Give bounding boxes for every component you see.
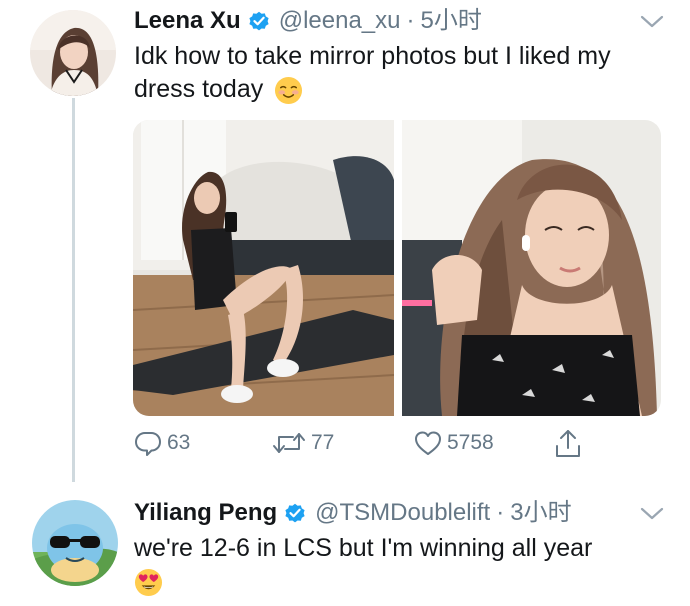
retweet-icon bbox=[273, 433, 305, 453]
reply-text: we're 12-6 in LCS but I'm winning all ye… bbox=[134, 532, 592, 598]
share-icon bbox=[556, 430, 580, 457]
tweet-header: Leena Xu @leena_xu · 5小时 bbox=[134, 6, 482, 36]
tweet-text-line-2-words: dress today bbox=[134, 75, 264, 103]
author-avatar[interactable] bbox=[30, 10, 116, 96]
separator-dot: · bbox=[406, 7, 415, 34]
reply-timestamp[interactable]: 3小时 bbox=[510, 498, 571, 528]
tweet-actions: 63 77 5758 bbox=[133, 428, 593, 462]
separator-dot: · bbox=[496, 499, 505, 526]
tweet-timestamp[interactable]: 5小时 bbox=[420, 6, 481, 36]
chevron-down-icon[interactable] bbox=[639, 14, 665, 30]
reply-author-avatar[interactable] bbox=[32, 500, 118, 586]
author-handle[interactable]: @leena_xu bbox=[279, 6, 401, 36]
heart-eyes-emoji-icon bbox=[134, 568, 163, 597]
reply-text-line-1: we're 12-6 in LCS but I'm winning all ye… bbox=[134, 534, 593, 562]
reply-author-name[interactable]: Yiliang Peng bbox=[134, 498, 277, 528]
media-photo-selfie[interactable] bbox=[402, 120, 661, 416]
reply-author-handle[interactable]: @TSMDoublelift bbox=[315, 498, 490, 528]
reply-icon bbox=[135, 432, 161, 456]
tweet-text-line-2: dress today bbox=[134, 73, 611, 106]
thread-connector-line bbox=[72, 98, 75, 482]
reply-text-line-2 bbox=[134, 565, 592, 598]
like-button[interactable]: 5758 bbox=[413, 428, 494, 458]
reply-count: 63 bbox=[167, 431, 191, 454]
chevron-down-icon[interactable] bbox=[639, 506, 665, 522]
media-photo-mirror[interactable] bbox=[133, 120, 394, 416]
smiling-face-emoji-icon bbox=[274, 76, 303, 105]
tweet-text: Idk how to take mirror photos but I like… bbox=[134, 40, 611, 106]
heart-icon bbox=[415, 431, 441, 455]
share-button[interactable] bbox=[553, 428, 583, 460]
like-count: 5758 bbox=[447, 431, 494, 454]
verified-badge-icon bbox=[284, 502, 306, 524]
retweet-count: 77 bbox=[311, 431, 335, 454]
author-name[interactable]: Leena Xu bbox=[134, 6, 241, 36]
tweet-text-line-1: Idk how to take mirror photos but I like… bbox=[134, 42, 611, 70]
verified-badge-icon bbox=[248, 10, 270, 32]
reply-button[interactable]: 63 bbox=[133, 428, 190, 458]
reply-header: Yiliang Peng @TSMDoublelift · 3小时 bbox=[134, 498, 572, 528]
retweet-button[interactable]: 77 bbox=[271, 428, 334, 458]
